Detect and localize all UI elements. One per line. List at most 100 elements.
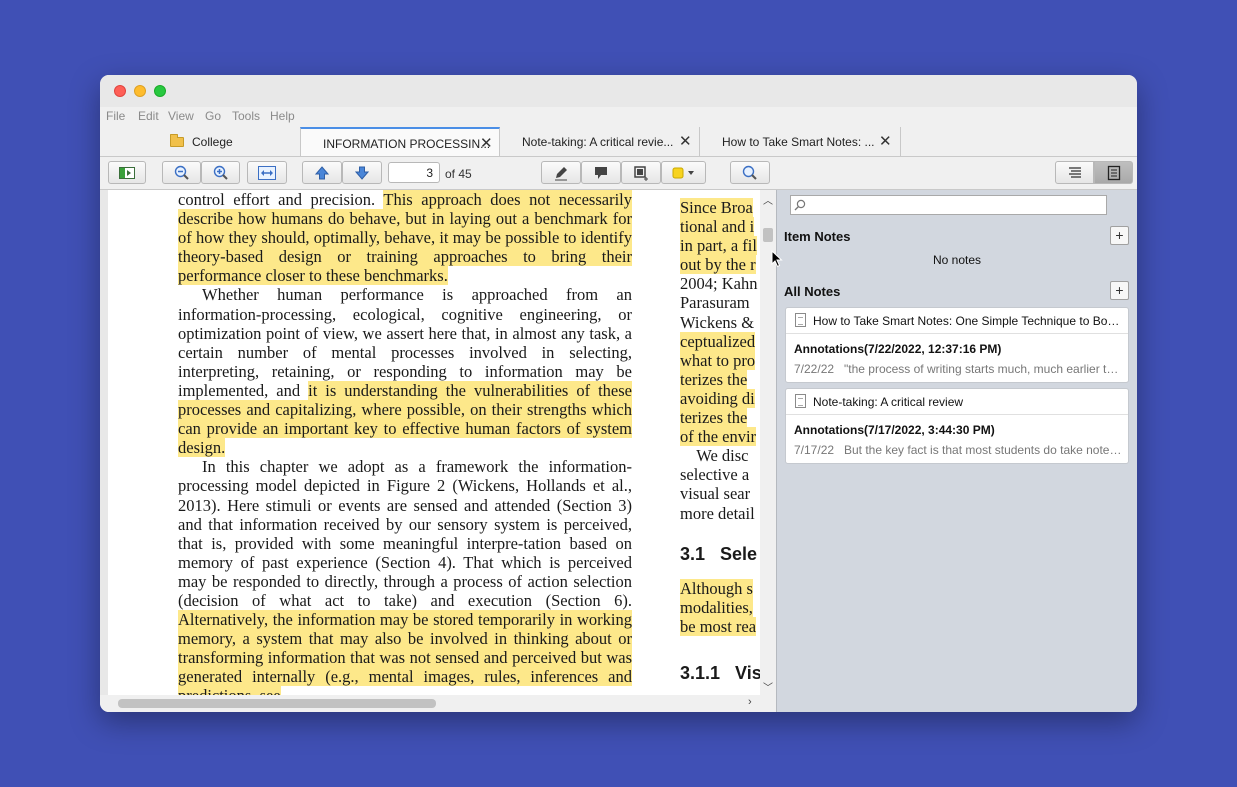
menu-file[interactable]: File	[106, 109, 125, 123]
note-card[interactable]: How to Take Smart Notes: One Simple Tech…	[785, 307, 1129, 383]
fit-width-icon	[258, 165, 276, 180]
color-swatch-icon	[672, 167, 694, 178]
highlight-annotation[interactable]: Alternatively, the information may be st…	[178, 610, 632, 695]
menu-go[interactable]: Go	[205, 109, 221, 123]
note-card[interactable]: Note-taking: A critical review Annotatio…	[785, 388, 1129, 464]
next-page-button[interactable]	[342, 161, 382, 184]
tab-library[interactable]: College	[100, 127, 300, 156]
note-parent-title: Note-taking: A critical review	[813, 395, 964, 409]
zoom-window-button[interactable]	[154, 85, 166, 97]
search-icon	[742, 165, 757, 180]
paragraph-1: control effort and precision. This appro…	[178, 190, 632, 286]
notes-search-input[interactable]	[790, 195, 1107, 215]
note-date: 7/17/22	[794, 443, 835, 457]
arrow-down-icon	[355, 166, 369, 180]
area-tool-button[interactable]	[621, 161, 661, 184]
previous-page-button[interactable]	[302, 161, 342, 184]
pen-icon	[555, 166, 567, 180]
scroll-thumb[interactable]	[763, 228, 773, 242]
page-total: of 45	[445, 167, 472, 181]
highlight-color-button[interactable]	[661, 161, 706, 184]
arrow-up-icon	[315, 165, 329, 179]
highlight-tool-button[interactable]	[541, 161, 581, 184]
tab-bar: College INFORMATION PROCESSIN... ✕ Note-…	[100, 127, 1137, 157]
zoom-in-icon	[213, 165, 228, 180]
zoom-in-button[interactable]	[201, 161, 240, 184]
tab-note-taking[interactable]: Note-taking: A critical revie... ✕	[500, 127, 700, 156]
close-icon[interactable]: ✕	[879, 132, 892, 150]
highlight-annotation[interactable]: of the envir	[680, 427, 757, 447]
scroll-thumb[interactable]	[118, 699, 436, 708]
tab-information-processing[interactable]: INFORMATION PROCESSIN... ✕	[300, 127, 500, 156]
note-snippet: "the process of writing starts much, muc…	[844, 362, 1122, 376]
menu-tools[interactable]: Tools	[232, 109, 260, 123]
highlight-annotation[interactable]: in part, a fil	[680, 236, 757, 256]
tab-smart-notes[interactable]: How to Take Smart Notes: ... ✕	[700, 127, 901, 156]
add-item-note-button[interactable]: +	[1110, 226, 1129, 245]
highlight-annotation[interactable]: terizes the	[680, 369, 748, 389]
paragraph-3: In this chapter we adopt as a framework …	[178, 457, 632, 695]
search-icon	[794, 199, 806, 211]
notes-pane: Item Notes + No notes All Notes + How to…	[776, 190, 1137, 712]
highlight-annotation[interactable]: be most rea	[680, 616, 757, 636]
highlight-annotation[interactable]: ceptualized	[680, 331, 756, 351]
highlight-annotation[interactable]: Although s	[680, 578, 753, 598]
zoom-out-button[interactable]	[162, 161, 201, 184]
note-snippet: But the key fact is that most students d…	[844, 443, 1122, 457]
close-icon[interactable]: ✕	[679, 132, 692, 150]
folder-icon	[170, 134, 184, 147]
item-notes-heading: Item Notes	[784, 229, 851, 244]
note-tool-button[interactable]	[581, 161, 621, 184]
toggle-sidebar-button[interactable]	[108, 161, 146, 184]
menu-view[interactable]: View	[168, 109, 194, 123]
page-number-input[interactable]: 3	[388, 162, 440, 183]
menu-help[interactable]: Help	[270, 109, 295, 123]
text-run: control effort and precision.	[178, 190, 384, 209]
close-icon[interactable]: ✕	[480, 134, 493, 152]
scroll-up-icon[interactable]: ︿	[763, 192, 773, 207]
note-card-header: How to Take Smart Notes: One Simple Tech…	[786, 308, 1128, 334]
menu-bar: File Edit View Go Tools Help	[100, 107, 1137, 127]
highlight-annotation[interactable]: modalities,	[680, 597, 753, 617]
select-area-icon	[634, 165, 648, 181]
title-bar	[100, 75, 1137, 107]
highlight-annotation[interactable]: out by the r	[680, 255, 756, 275]
tab-label: INFORMATION PROCESSIN...	[323, 137, 491, 151]
highlight-annotation[interactable]: avoiding di	[680, 388, 755, 408]
mouse-cursor-icon	[771, 250, 783, 268]
text-line: more detail	[680, 503, 755, 523]
note-title: Annotations(7/22/2022, 12:37:16 PM)	[794, 342, 1002, 356]
sidebar-icon	[119, 166, 135, 179]
tab-label: How to Take Smart Notes: ...	[722, 135, 875, 149]
pdf-column-left: control effort and precision. This appro…	[178, 190, 632, 695]
add-standalone-note-button[interactable]: +	[1110, 281, 1129, 300]
pdf-viewer[interactable]: control effort and precision. This appro…	[100, 190, 776, 695]
note-title: Annotations(7/17/2022, 3:44:30 PM)	[794, 423, 995, 437]
text-line: selective a	[680, 465, 750, 485]
tab-library-label: College	[192, 135, 233, 149]
close-window-button[interactable]	[114, 85, 126, 97]
highlight-annotation[interactable]: terizes the	[680, 408, 748, 428]
no-notes-label: No notes	[932, 253, 982, 267]
menu-edit[interactable]: Edit	[138, 109, 159, 123]
view-annotations-button[interactable]	[1055, 161, 1094, 184]
highlight-annotation[interactable]: tional and i	[680, 217, 755, 237]
fit-width-button[interactable]	[247, 161, 287, 184]
scroll-right-icon[interactable]: ›	[748, 696, 752, 708]
note-card-header: Note-taking: A critical review	[786, 389, 1128, 415]
text-line: Parasuram	[680, 293, 750, 313]
list-icon	[1068, 166, 1081, 178]
horizontal-scrollbar[interactable]: ›	[100, 695, 776, 712]
note-date: 7/22/22	[794, 362, 835, 376]
view-notes-button[interactable]	[1094, 161, 1133, 184]
app-window: File Edit View Go Tools Help College INF…	[100, 75, 1137, 712]
zoom-out-icon	[174, 165, 189, 180]
minimize-window-button[interactable]	[134, 85, 146, 97]
all-notes-heading: All Notes	[784, 284, 841, 299]
highlight-annotation[interactable]: what to pro	[680, 350, 756, 370]
note-parent-title: How to Take Smart Notes: One Simple Tech…	[813, 314, 1123, 328]
scroll-down-icon[interactable]: ﹀	[763, 679, 773, 694]
toolbar: 3 of 45	[100, 157, 1137, 190]
search-button[interactable]	[730, 161, 770, 184]
highlight-annotation[interactable]: Since Broa	[680, 198, 753, 217]
